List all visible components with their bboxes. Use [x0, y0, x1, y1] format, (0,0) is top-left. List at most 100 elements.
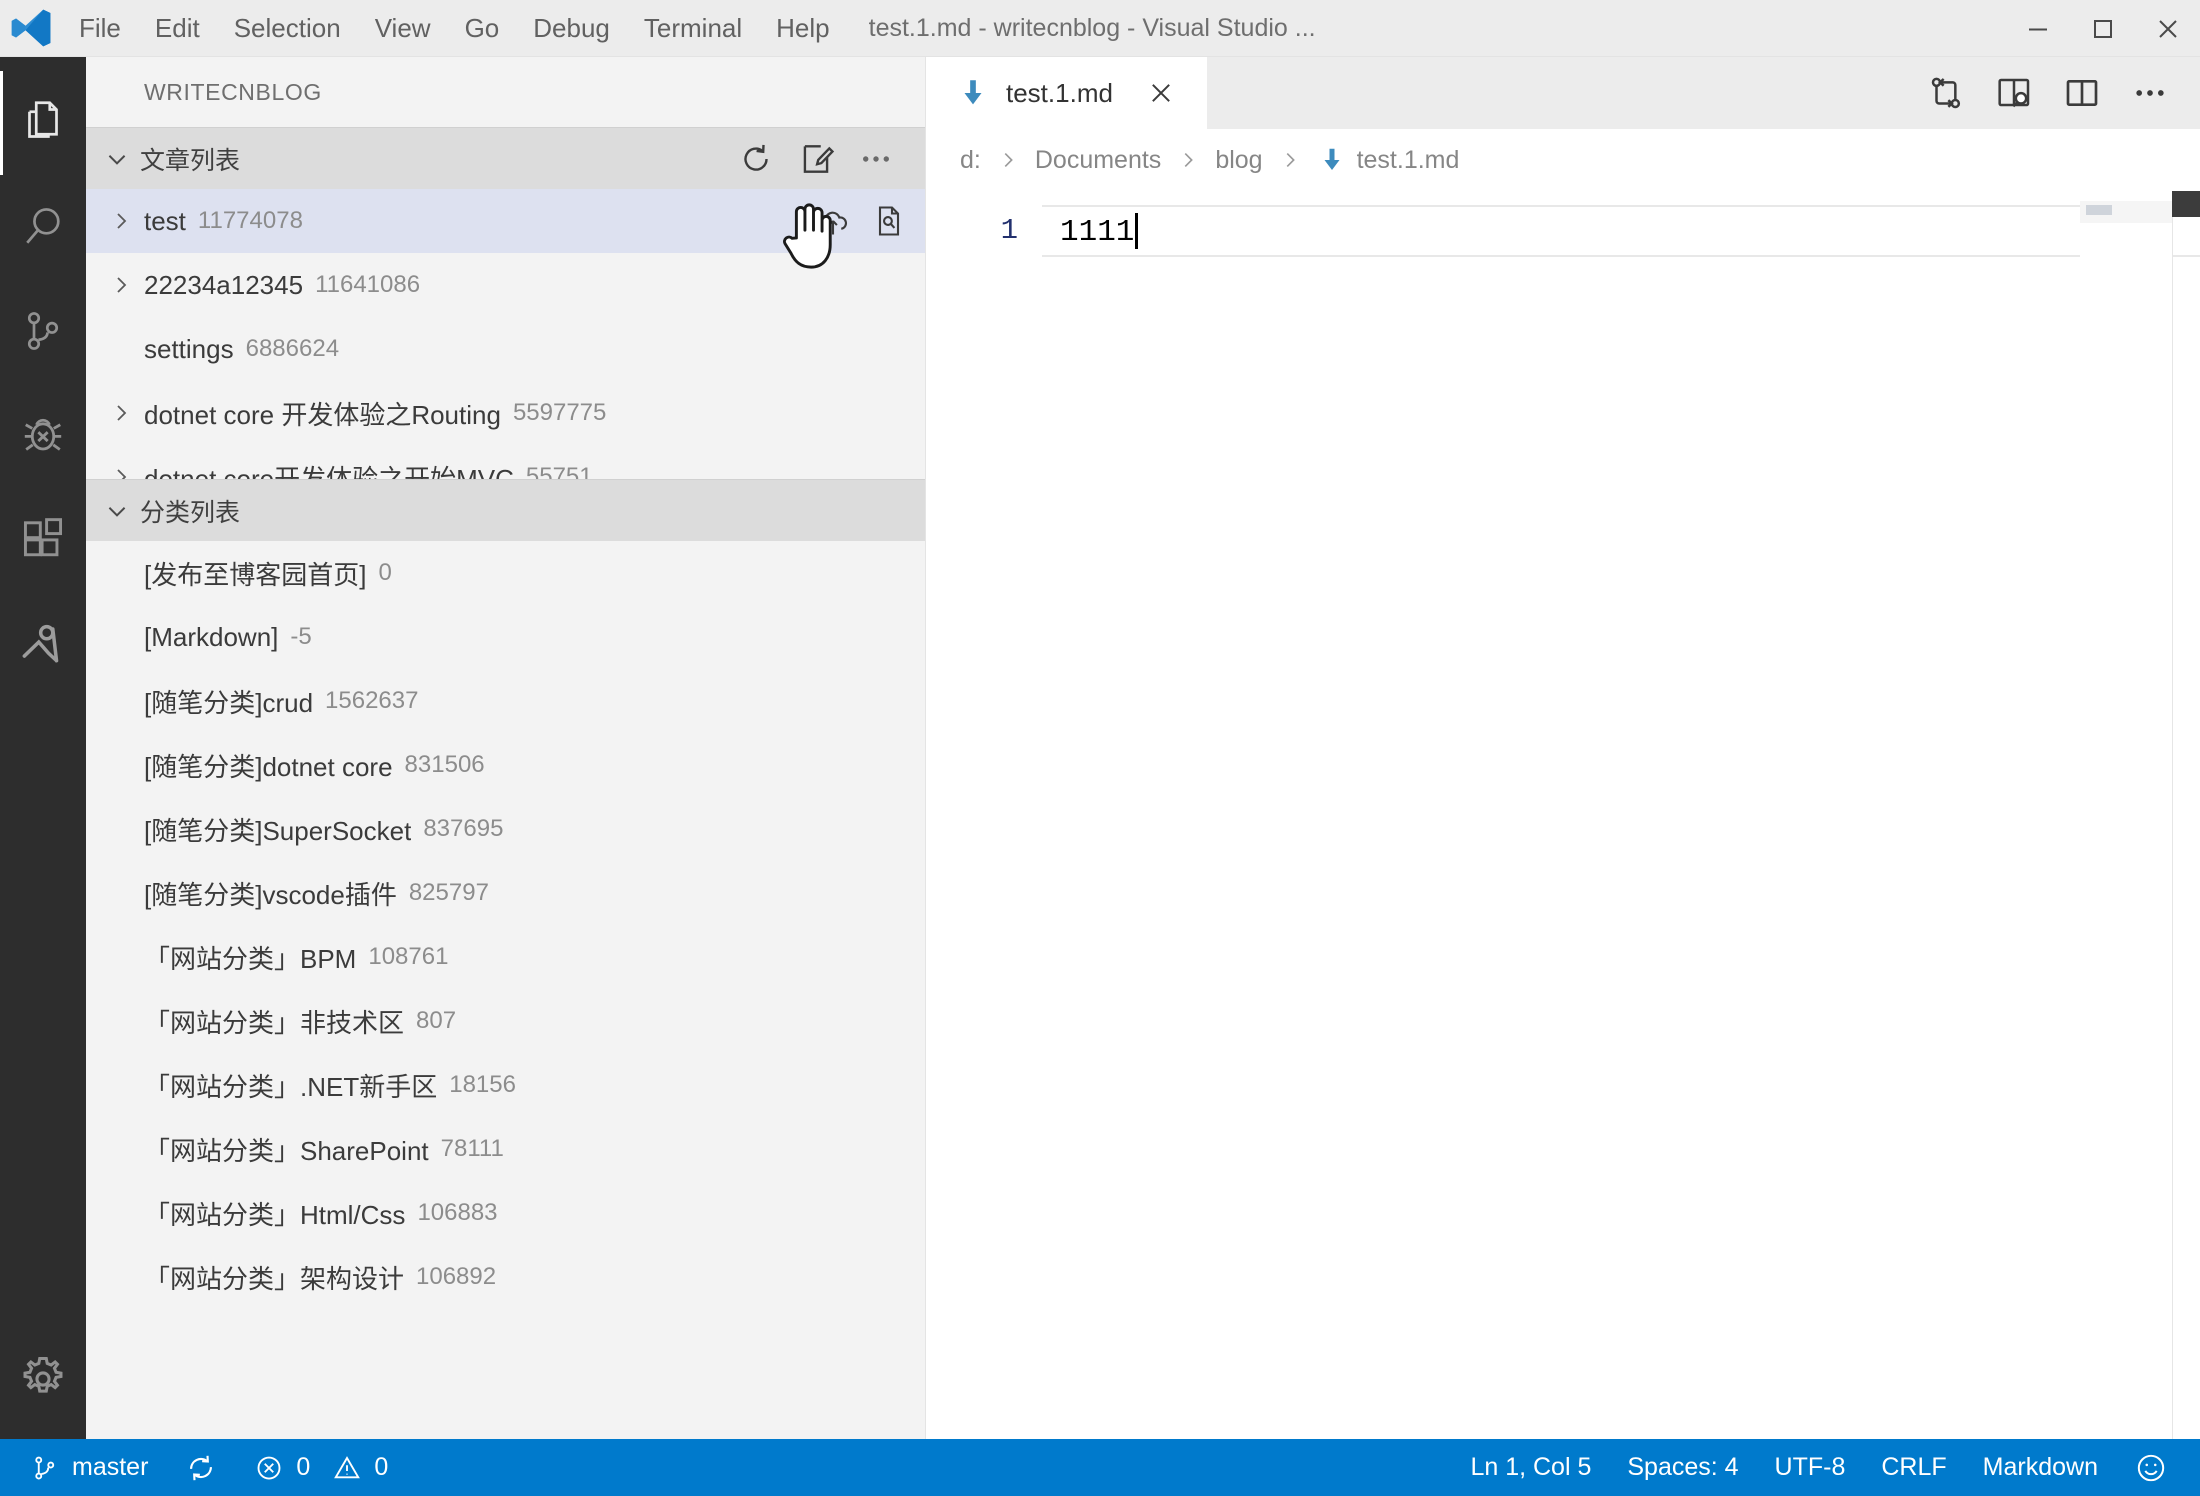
menu-selection[interactable]: Selection	[217, 9, 358, 47]
breadcrumb-item-drive[interactable]: d:	[956, 146, 985, 175]
breadcrumb-item-file[interactable]: test.1.md	[1313, 145, 1464, 175]
sidebar-item-search[interactable]	[0, 175, 86, 279]
code-line[interactable]: 1111	[1042, 205, 2200, 257]
menu-debug[interactable]: Debug	[516, 9, 627, 47]
minimap-slider[interactable]	[2080, 201, 2172, 223]
close-icon[interactable]	[1141, 73, 1181, 113]
menu-view[interactable]: View	[358, 9, 448, 47]
status-feedback[interactable]	[2116, 1439, 2186, 1496]
list-item-label: dotnet core开发体验之开始MVC	[144, 463, 514, 480]
status-eol[interactable]: CRLF	[1863, 1439, 1964, 1496]
markdown-down-arrow-icon	[956, 76, 990, 110]
minimap[interactable]	[2080, 191, 2172, 1439]
breadcrumb-label: blog	[1215, 145, 1263, 174]
breadcrumb-item-blog[interactable]: blog	[1211, 146, 1266, 175]
tab-test-1-md[interactable]: test.1.md	[926, 57, 1207, 129]
list-item[interactable]: [随笔分类]vscode插件 825797	[86, 861, 925, 925]
status-encoding[interactable]: UTF-8	[1757, 1439, 1864, 1496]
sidebar-item-debug[interactable]	[0, 383, 86, 487]
activity-bar-spacer	[0, 695, 86, 1335]
sidebar: WRITECNBLOG 文章列表 test 11774078 22234a123…	[86, 57, 926, 1439]
list-item-label: 「网站分类」架构设计	[144, 1263, 405, 1294]
list-item[interactable]: 「网站分类」BPM 108761	[86, 925, 925, 989]
code-line-text: 1111	[1060, 215, 1135, 250]
file-preview-icon[interactable]	[871, 203, 907, 239]
list-item-count: 106883	[417, 1199, 498, 1226]
chevron-right-icon	[1267, 149, 1313, 171]
preview-side-icon[interactable]	[1980, 57, 2048, 129]
source-control-icon	[16, 304, 70, 358]
compare-changes-icon[interactable]	[1912, 57, 1980, 129]
chevron-right-icon[interactable]	[98, 273, 144, 297]
ellipsis-icon[interactable]	[2116, 57, 2184, 129]
list-item[interactable]: [Markdown] -5	[86, 605, 925, 669]
list-item-count: 6886624	[245, 335, 340, 362]
list-item[interactable]: [发布至博客园首页] 0	[86, 541, 925, 605]
window-title: test.1.md - writecnblog - Visual Studio …	[868, 13, 1316, 42]
chevron-right-icon[interactable]	[98, 209, 144, 233]
status-problems[interactable]: 0 0	[236, 1439, 406, 1496]
breadcrumb-label: test.1.md	[1356, 145, 1460, 174]
menu-edit[interactable]: Edit	[138, 9, 217, 47]
code-area[interactable]: 1 1111	[926, 191, 2200, 1439]
status-cursor-position[interactable]: Ln 1, Col 5	[1452, 1439, 1609, 1496]
status-indentation[interactable]: Spaces: 4	[1609, 1439, 1756, 1496]
list-item[interactable]: test 11774078	[86, 189, 925, 253]
sidebar-item-extensions[interactable]	[0, 487, 86, 591]
chevron-down-icon	[104, 498, 130, 524]
list-item-count: 807	[416, 1007, 457, 1034]
manage-settings-button[interactable]	[0, 1335, 86, 1439]
list-item[interactable]: dotnet core 开发体验之Routing 5597775	[86, 381, 925, 445]
list-item-label: 「网站分类」BPM	[144, 943, 357, 974]
chevron-right-icon	[1165, 149, 1211, 171]
cloud-upload-icon[interactable]	[815, 203, 851, 239]
breadcrumb-item-documents[interactable]: Documents	[1031, 146, 1165, 175]
ellipsis-icon[interactable]	[857, 140, 895, 178]
list-item[interactable]: 「网站分类」Html/Css 106883	[86, 1181, 925, 1245]
sidebar-item-source-control[interactable]	[0, 279, 86, 383]
list-item[interactable]: 「网站分类」SharePoint 78111	[86, 1117, 925, 1181]
list-item[interactable]: [随笔分类]SuperSocket 837695	[86, 797, 925, 861]
list-item-label: [发布至博客园首页]	[144, 559, 367, 590]
section-header-articles[interactable]: 文章列表	[86, 127, 925, 189]
list-item[interactable]: 「网站分类」.NET新手区 18156	[86, 1053, 925, 1117]
status-sync[interactable]	[166, 1439, 236, 1496]
code-lines[interactable]: 1111	[1042, 191, 2200, 1439]
chevron-right-icon[interactable]	[98, 401, 144, 425]
menu-terminal[interactable]: Terminal	[627, 9, 759, 47]
refresh-icon[interactable]	[737, 140, 775, 178]
list-item-count: 825797	[408, 879, 489, 906]
menu-bar: File Edit Selection View Go Debug Termin…	[62, 9, 847, 47]
list-item[interactable]: 22234a12345 11641086	[86, 253, 925, 317]
list-item[interactable]: 「网站分类」非技术区 807	[86, 989, 925, 1053]
split-editor-icon[interactable]	[2048, 57, 2116, 129]
status-language-mode[interactable]: Markdown	[1965, 1439, 2116, 1496]
menu-go[interactable]: Go	[448, 9, 517, 47]
section-actions-articles	[737, 140, 903, 178]
editor-group: test.1.md d: Documents blog test.1.md 1 …	[926, 57, 2200, 1439]
maximize-icon[interactable]	[2070, 0, 2135, 57]
section-header-categories[interactable]: 分类列表	[86, 479, 925, 541]
minimize-icon[interactable]	[2005, 0, 2070, 57]
list-item[interactable]: 「网站分类」架构设计 106892	[86, 1245, 925, 1309]
close-icon[interactable]	[2135, 0, 2200, 57]
editor-actions	[1912, 57, 2200, 129]
chevron-right-icon[interactable]	[98, 465, 144, 479]
menu-help[interactable]: Help	[759, 9, 846, 47]
scrollbar-thumb[interactable]	[2172, 191, 2200, 217]
debug-icon	[15, 407, 71, 463]
new-article-icon[interactable]	[797, 140, 835, 178]
list-item[interactable]: dotnet core开发体验之开始MVC 55751...	[86, 445, 925, 479]
editor-content[interactable]: 1 1111	[926, 191, 2200, 1439]
editor-vertical-scrollbar[interactable]	[2172, 191, 2200, 1439]
sidebar-title: WRITECNBLOG	[144, 78, 322, 105]
list-item[interactable]: settings 6886624	[86, 317, 925, 381]
list-item[interactable]: [随笔分类]dotnet core 831506	[86, 733, 925, 797]
workbench: WRITECNBLOG 文章列表 test 11774078 22234a123…	[0, 57, 2200, 1439]
status-branch[interactable]: master	[12, 1439, 166, 1496]
sidebar-item-explorer[interactable]	[0, 71, 86, 175]
list-item-label: 「网站分类」SharePoint	[144, 1135, 429, 1166]
menu-file[interactable]: File	[62, 9, 138, 47]
sidebar-item-writecnblog[interactable]	[0, 591, 86, 695]
list-item[interactable]: [随笔分类]crud 1562637	[86, 669, 925, 733]
